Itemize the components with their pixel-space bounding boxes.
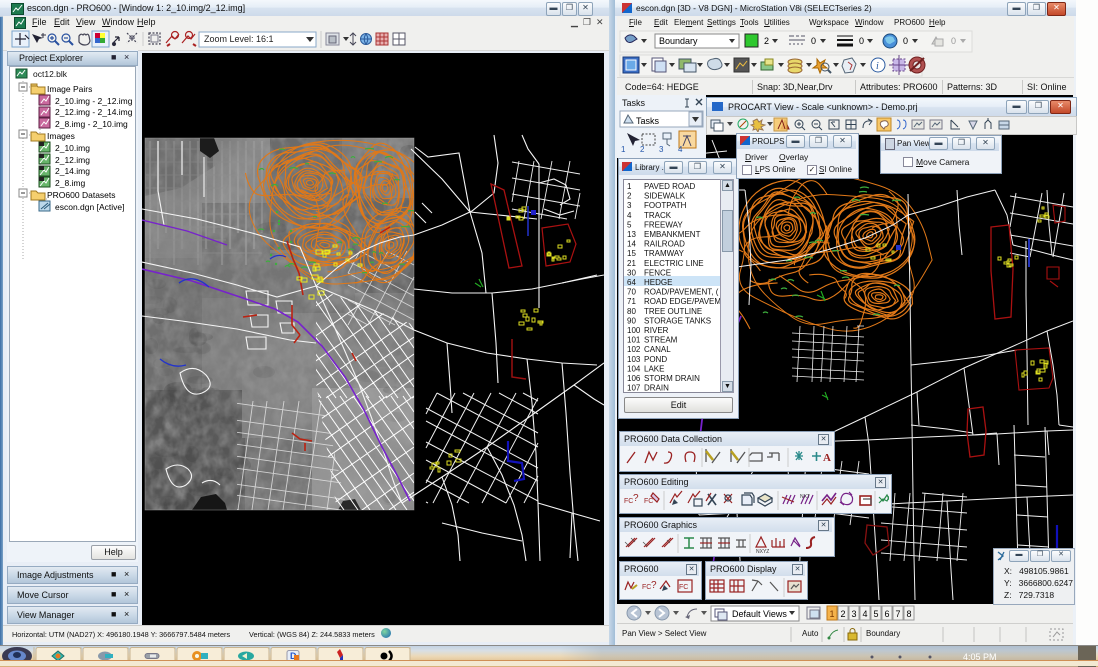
- svg-text:?: ?: [633, 493, 639, 504]
- svg-text:STORM DRAIN: STORM DRAIN: [644, 374, 700, 383]
- svg-text:2_12.img: 2_12.img: [55, 155, 90, 165]
- svg-text:71: 71: [627, 297, 636, 306]
- svg-text:21: 21: [627, 259, 636, 268]
- svg-text:0: 0: [811, 36, 816, 46]
- svg-text:FC: FC: [644, 498, 653, 505]
- svg-text:2_10.img: 2_10.img: [55, 143, 90, 153]
- svg-text:80: 80: [627, 307, 636, 316]
- svg-text:FC: FC: [679, 584, 688, 591]
- svg-text:ELECTRIC LINE: ELECTRIC LINE: [644, 259, 704, 268]
- svg-text:2: 2: [840, 609, 845, 619]
- svg-text:6: 6: [884, 609, 889, 619]
- svg-text:RAILROAD: RAILROAD: [644, 240, 685, 249]
- svg-text:4: 4: [627, 211, 632, 220]
- svg-text:4: 4: [678, 145, 683, 154]
- svg-text:STORAGE TANKS: STORAGE TANKS: [644, 316, 711, 325]
- svg-text:FREEWAY: FREEWAY: [644, 220, 683, 229]
- svg-text:0: 0: [859, 36, 864, 46]
- svg-text:NXT: NXT: [800, 494, 810, 500]
- svg-text:14: 14: [627, 240, 636, 249]
- svg-text:ROAD/PAVEMENT, (: ROAD/PAVEMENT, (: [644, 288, 719, 297]
- svg-text:1: 1: [627, 182, 632, 191]
- svg-text:3: 3: [851, 609, 856, 619]
- svg-text:FC: FC: [624, 498, 633, 505]
- svg-text:64: 64: [627, 278, 636, 287]
- svg-text:102: 102: [627, 345, 641, 354]
- svg-text:escon.dgn [Active]: escon.dgn [Active]: [55, 202, 124, 212]
- svg-text:0: 0: [951, 36, 956, 46]
- svg-text:Image Pairs: Image Pairs: [47, 84, 92, 94]
- svg-text:FOOTPATH: FOOTPATH: [644, 201, 687, 210]
- svg-text:106: 106: [627, 374, 641, 383]
- svg-text:70: 70: [627, 288, 636, 297]
- svg-text:1: 1: [621, 145, 626, 154]
- svg-text:1: 1: [829, 609, 834, 619]
- svg-text:?: ?: [651, 580, 657, 591]
- svg-text:POND: POND: [644, 355, 667, 364]
- svg-text:FENCE: FENCE: [644, 268, 671, 277]
- svg-text:8: 8: [906, 609, 911, 619]
- svg-text:PRO600 Datasets: PRO600 Datasets: [47, 190, 116, 200]
- svg-text:RIVER: RIVER: [644, 326, 669, 335]
- svg-text:oct12.blk: oct12.blk: [33, 69, 68, 79]
- svg-text:107: 107: [627, 384, 641, 392]
- svg-text:Boundary: Boundary: [659, 36, 698, 46]
- svg-text:7: 7: [895, 609, 900, 619]
- svg-text:HEDGE: HEDGE: [644, 278, 672, 287]
- svg-text:CANAL: CANAL: [644, 345, 671, 354]
- svg-text:4: 4: [862, 609, 867, 619]
- svg-text:TRAMWAY: TRAMWAY: [644, 249, 685, 258]
- svg-text:101: 101: [627, 336, 641, 345]
- svg-text:NXYZ: NXYZ: [756, 549, 769, 555]
- svg-text:2_12.img - 2_14.img: 2_12.img - 2_14.img: [55, 107, 133, 117]
- svg-text:3: 3: [659, 145, 664, 154]
- svg-text:LAKE: LAKE: [644, 364, 664, 373]
- svg-text:103: 103: [627, 355, 641, 364]
- svg-text:15: 15: [627, 249, 636, 258]
- svg-text:2: 2: [627, 192, 632, 201]
- svg-text:2_14.img: 2_14.img: [55, 166, 90, 176]
- svg-text:13: 13: [627, 230, 636, 239]
- svg-text:2_8.img: 2_8.img: [55, 178, 86, 188]
- svg-text:90: 90: [627, 316, 636, 325]
- svg-text:SIDEWALK: SIDEWALK: [644, 192, 686, 201]
- svg-text:TREE OUTLINE: TREE OUTLINE: [644, 307, 702, 316]
- svg-text:Default Views: Default Views: [732, 609, 787, 619]
- svg-text:5: 5: [873, 609, 878, 619]
- svg-text:Images: Images: [47, 131, 75, 141]
- svg-text:TRACK: TRACK: [644, 211, 672, 220]
- svg-text:2: 2: [764, 36, 769, 46]
- svg-text:0: 0: [903, 36, 908, 46]
- svg-text:2: 2: [640, 145, 645, 154]
- svg-text:2_8.img - 2_10.img: 2_8.img - 2_10.img: [55, 119, 128, 129]
- svg-text:104: 104: [627, 364, 641, 373]
- svg-text:2_10.img - 2_12.img: 2_10.img - 2_12.img: [55, 96, 133, 106]
- svg-text:5: 5: [627, 220, 632, 229]
- svg-text:EMBANKMENT: EMBANKMENT: [644, 230, 701, 239]
- svg-text:Zoom Level: 16:1: Zoom Level: 16:1: [204, 34, 274, 44]
- svg-text:3: 3: [627, 201, 632, 210]
- svg-text:Tasks: Tasks: [636, 116, 660, 126]
- svg-text:STREAM: STREAM: [644, 336, 678, 345]
- svg-text:PAVED ROAD: PAVED ROAD: [644, 182, 695, 191]
- svg-text:DRAIN: DRAIN: [644, 384, 669, 392]
- svg-text:ROAD EDGE/PAVEM: ROAD EDGE/PAVEM: [644, 297, 721, 306]
- svg-text:30: 30: [627, 268, 636, 277]
- svg-text:FC: FC: [642, 584, 651, 591]
- svg-text:A: A: [823, 452, 831, 464]
- svg-text:i: i: [876, 61, 879, 72]
- svg-text:100: 100: [627, 326, 641, 335]
